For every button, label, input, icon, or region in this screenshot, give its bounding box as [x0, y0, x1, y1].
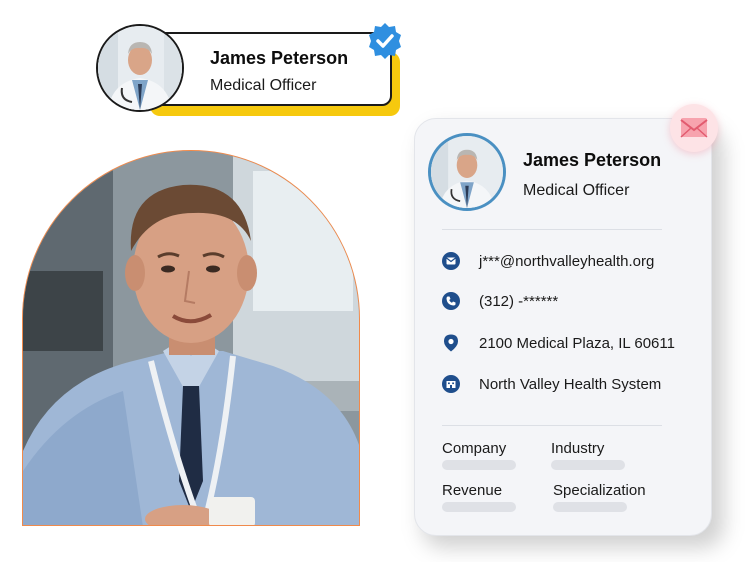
- card-divider-top: [442, 229, 662, 230]
- field-label-specialization: Specialization: [553, 482, 646, 499]
- contact-row-organization[interactable]: North Valley Health System: [442, 373, 661, 395]
- doctor-photo: [22, 150, 360, 526]
- field-placeholder-specialization: [553, 502, 627, 512]
- contact-email-text: j***@northvalleyhealth.org: [479, 252, 655, 270]
- email-icon: [442, 252, 460, 270]
- profile-card-avatar: [428, 133, 506, 211]
- field-placeholder-industry: [551, 460, 625, 470]
- organization-icon: [442, 375, 460, 393]
- field-label-company: Company: [442, 440, 507, 457]
- mini-card-avatar: [96, 24, 184, 112]
- field-label-revenue: Revenue: [442, 482, 503, 499]
- field-label-industry: Industry: [551, 440, 605, 457]
- field-placeholder-company: [442, 460, 516, 470]
- contact-organization-text: North Valley Health System: [479, 375, 662, 393]
- contact-row-email[interactable]: j***@northvalleyhealth.org: [442, 250, 654, 272]
- phone-icon: [442, 292, 460, 310]
- profile-card-title: Medical Officer: [523, 182, 630, 199]
- profile-card-name: James Peterson: [523, 150, 662, 170]
- field-placeholder-revenue: [442, 502, 516, 512]
- contact-address-text: 2100 Medical Plaza, IL 60611: [479, 334, 675, 352]
- envelope-icon: [680, 118, 708, 138]
- contact-row-phone[interactable]: (312) -******: [442, 290, 558, 312]
- verified-check-icon: [369, 23, 401, 59]
- location-pin-icon: [444, 334, 458, 352]
- card-divider-bottom: [442, 425, 662, 426]
- contact-phone-text: (312) -******: [479, 292, 559, 310]
- envelope-badge[interactable]: [670, 104, 718, 152]
- mini-card-name: James Peterson: [210, 48, 349, 68]
- mini-card-title: Medical Officer: [210, 77, 317, 94]
- contact-row-address[interactable]: 2100 Medical Plaza, IL 60611: [442, 332, 675, 354]
